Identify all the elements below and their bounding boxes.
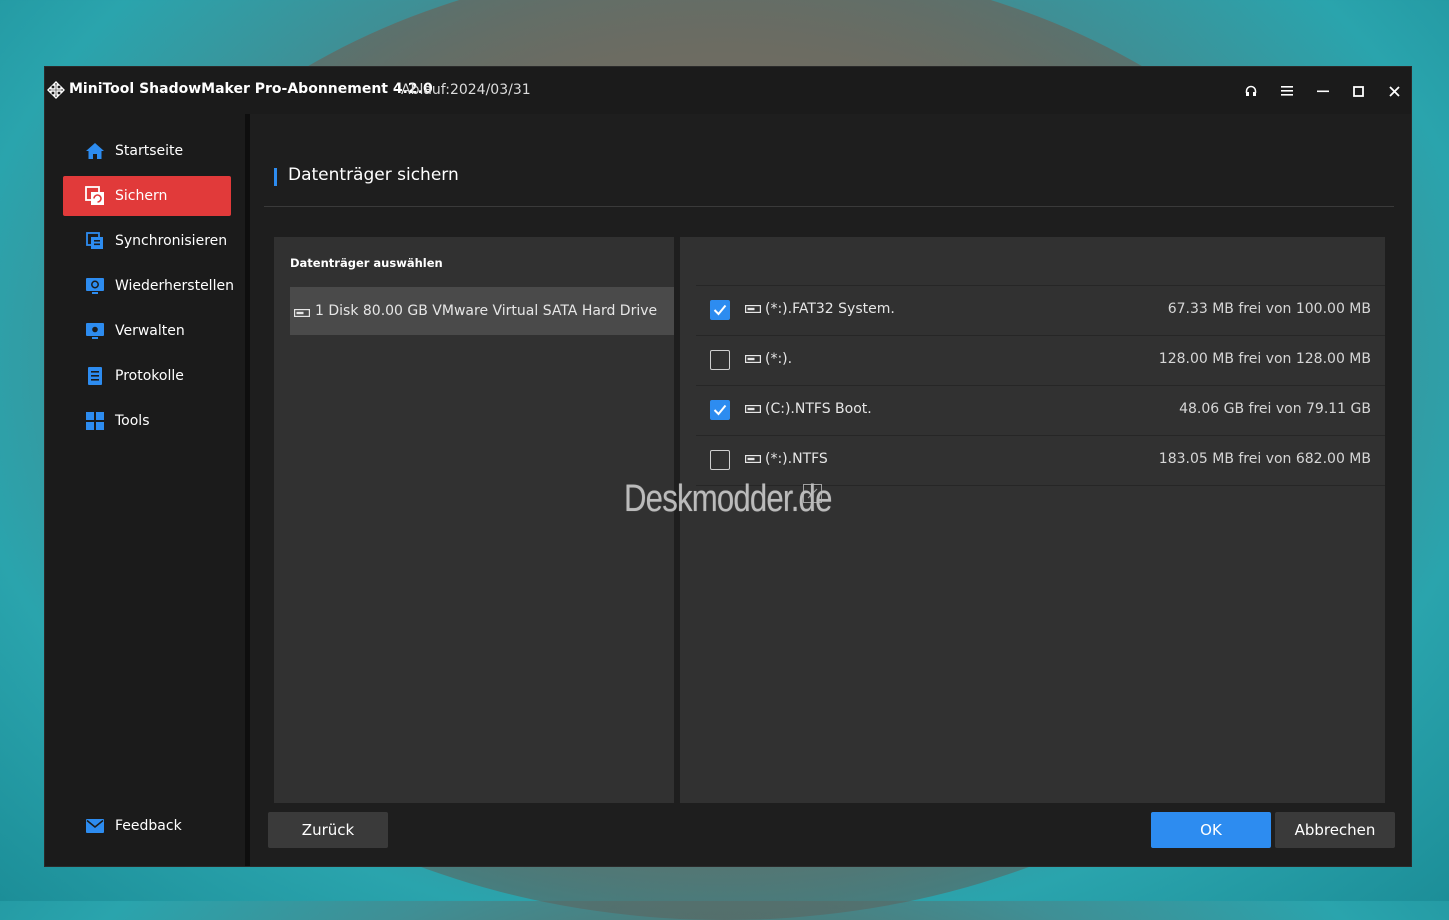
cancel-button[interactable]: Abbrechen [1275,812,1395,848]
sidebar-item-verwalten[interactable]: Verwalten [63,311,231,351]
sidebar-item-tools[interactable]: Tools [63,401,231,441]
partition-checkbox[interactable] [710,300,730,320]
partition-size: 128.00 MB frei von 128.00 MB [1158,351,1371,367]
backup-icon [85,186,105,206]
license-expiry: Ablauf:2024/03/31 [401,82,531,98]
disk-panel-header: Datenträger auswählen [290,256,443,270]
title-bar: MiniTool ShadowMaker Pro-Abonnement 4.2.… [45,67,1411,114]
app-window: MiniTool ShadowMaker Pro-Abonnement 4.2.… [45,67,1411,866]
disk-item[interactable]: 1 Disk 80.00 GB VMware Virtual SATA Hard… [290,287,674,335]
sidebar-item-label: Tools [115,413,150,429]
close-icon[interactable] [1382,79,1406,103]
partition-row[interactable]: (*:).FAT32 System. 67.33 MB frei von 100… [696,286,1385,336]
partition-checkbox[interactable] [710,450,730,470]
support-headset-icon[interactable] [1239,79,1263,103]
partition-name: (C:).NTFS Boot. [765,401,872,417]
partition-row[interactable]: (*:). 128.00 MB frei von 128.00 MB [696,336,1385,386]
minimize-icon[interactable] [1311,79,1335,103]
checkmark-icon [713,304,727,316]
sidebar-item-wiederherstellen[interactable]: Wiederherstellen [63,266,234,306]
feedback-link[interactable]: Feedback [63,806,231,846]
sync-icon [85,231,105,251]
page-title: Datenträger sichern [288,165,459,185]
sidebar-item-synchronisieren[interactable]: Synchronisieren [63,221,231,261]
partition-name: (*:).FAT32 System. [765,301,895,317]
hard-drive-icon [293,302,311,321]
menu-icon[interactable] [1275,79,1299,103]
sidebar-item-protokolle[interactable]: Protokolle [63,356,231,396]
partition-size: 48.06 GB frei von 79.11 GB [1179,401,1371,417]
partition-row[interactable]: (C:).NTFS Boot. 48.06 GB frei von 79.11 … [696,386,1385,436]
home-icon [85,141,105,161]
tools-icon [85,411,105,431]
sidebar-item-sichern[interactable]: Sichern [63,176,231,216]
title-divider [264,206,1394,207]
sidebar-item-label: Wiederherstellen [115,278,234,294]
back-button[interactable]: Zurück [268,812,388,848]
hard-drive-icon [745,455,761,463]
sidebar-item-label: Protokolle [115,368,184,384]
manage-icon [85,321,105,341]
mail-icon [85,816,105,836]
partition-checkbox[interactable] [710,350,730,370]
sidebar-item-label: Synchronisieren [115,233,228,249]
restore-icon [85,276,105,296]
sidebar: Startseite Sichern Synchronisieren Wiede… [45,114,245,866]
logs-icon [85,366,105,386]
partition-size: 183.05 MB frei von 682.00 MB [1158,451,1371,467]
sidebar-item-startseite[interactable]: Startseite [63,131,231,171]
app-title: MiniTool ShadowMaker Pro-Abonnement 4.2.… [69,81,433,97]
sidebar-item-label: Sichern [115,188,168,204]
title-accent-bar [274,168,277,186]
hard-drive-icon [745,305,761,313]
maximize-icon[interactable] [1346,79,1370,103]
partition-name: (*:).NTFS [765,451,828,467]
watermark-text: Deskmodder.de [624,478,832,520]
partition-size: 67.33 MB frei von 100.00 MB [1167,301,1371,317]
partition-checkbox[interactable] [710,400,730,420]
feedback-label: Feedback [115,818,182,834]
hard-drive-icon [745,355,761,363]
watermark-edit-icon [803,484,822,503]
disk-item-label: 1 Disk 80.00 GB VMware Virtual SATA Hard… [315,303,658,319]
hard-drive-icon [745,405,761,413]
disk-select-panel: Datenträger auswählen 1 Disk 80.00 GB VM… [274,237,674,803]
partition-name: (*:). [765,351,793,367]
sidebar-item-label: Startseite [115,143,184,159]
app-logo-icon [47,81,65,99]
sidebar-item-label: Verwalten [115,323,185,339]
ok-button[interactable]: OK [1151,812,1271,848]
checkmark-icon [713,404,727,416]
